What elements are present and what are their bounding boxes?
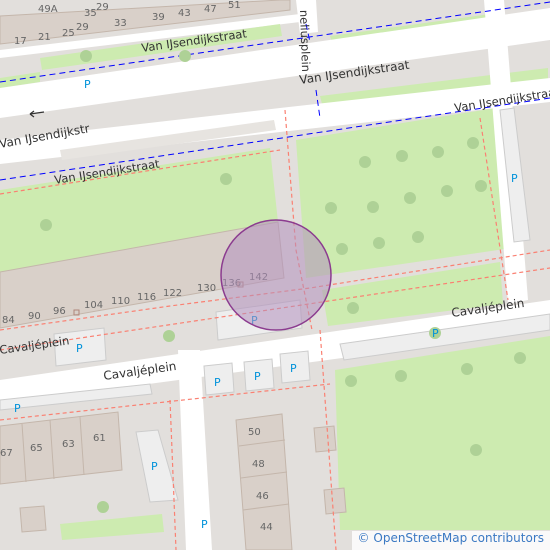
house-number: 29: [76, 22, 89, 33]
map-view[interactable]: Van IJsendijkstraat Van IJsendijkstraat …: [0, 0, 550, 550]
tree: [220, 173, 232, 185]
house-number: 39: [152, 12, 165, 23]
house-number: 90: [28, 311, 41, 322]
map-attribution: © OpenStreetMap contributors: [351, 531, 550, 550]
tree: [461, 363, 473, 375]
house-number: 61: [93, 433, 106, 444]
tree: [475, 180, 487, 192]
house-number: 21: [38, 32, 51, 43]
tree: [470, 444, 482, 456]
building-shed: [313, 425, 337, 453]
house-number: 33: [114, 18, 127, 29]
parking-symbol: P: [290, 362, 297, 375]
parking-symbol: P: [432, 327, 439, 340]
house-number: 44: [260, 522, 273, 533]
tree: [514, 352, 526, 364]
house-number: 116: [137, 292, 156, 303]
parking-symbol: P: [201, 518, 208, 531]
parking-symbol: P: [254, 370, 261, 383]
tree: [404, 192, 416, 204]
house-number: 49A: [38, 4, 58, 15]
map-canvas: Van IJsendijkstraat Van IJsendijkstraat …: [0, 0, 550, 550]
tree: [367, 201, 379, 213]
building-shed: [323, 487, 347, 515]
tree: [396, 150, 408, 162]
tree: [163, 330, 175, 342]
parking-symbol: P: [511, 172, 518, 185]
house-number: 51: [228, 0, 241, 11]
house-number: 96: [53, 306, 66, 317]
house-number: 25: [62, 28, 75, 39]
parking-symbol: P: [214, 376, 221, 389]
street-label: neliusplein: [297, 10, 313, 73]
building-shed: [19, 505, 47, 533]
tree: [325, 202, 337, 214]
tree: [395, 370, 407, 382]
tree: [336, 243, 348, 255]
house-number: 35: [84, 8, 97, 19]
tree: [347, 302, 359, 314]
house-number: 48: [252, 459, 265, 470]
tree: [179, 50, 191, 62]
tree: [80, 50, 92, 62]
tree: [359, 156, 371, 168]
parking-symbol: P: [76, 342, 83, 355]
house-number: 104: [84, 300, 103, 311]
location-marker[interactable]: [220, 219, 332, 331]
tree: [412, 231, 424, 243]
tree: [467, 137, 479, 149]
house-number: 67: [0, 448, 13, 459]
house-number: 130: [197, 283, 216, 294]
copyright-symbol: ©: [357, 531, 370, 545]
parking-symbol: P: [84, 78, 91, 91]
parking-symbol: P: [151, 460, 158, 473]
house-number: 17: [14, 36, 27, 47]
house-number: 29: [96, 2, 109, 13]
tree: [373, 237, 385, 249]
house-number: 122: [163, 288, 182, 299]
house-number: 47: [204, 4, 217, 15]
house-number: 43: [178, 8, 191, 19]
tree: [345, 375, 357, 387]
grass-area-southeast: [335, 336, 550, 530]
house-number: 63: [62, 439, 75, 450]
tree: [441, 185, 453, 197]
house-number: 110: [111, 296, 130, 307]
tree: [432, 146, 444, 158]
house-number: 50: [248, 427, 261, 438]
house-number: 46: [256, 491, 269, 502]
attribution-link[interactable]: OpenStreetMap contributors: [373, 531, 544, 545]
parking-symbol: P: [14, 402, 21, 415]
tree: [97, 501, 109, 513]
house-number: 65: [30, 443, 43, 454]
house-number: 84: [2, 315, 15, 326]
tree: [40, 219, 52, 231]
